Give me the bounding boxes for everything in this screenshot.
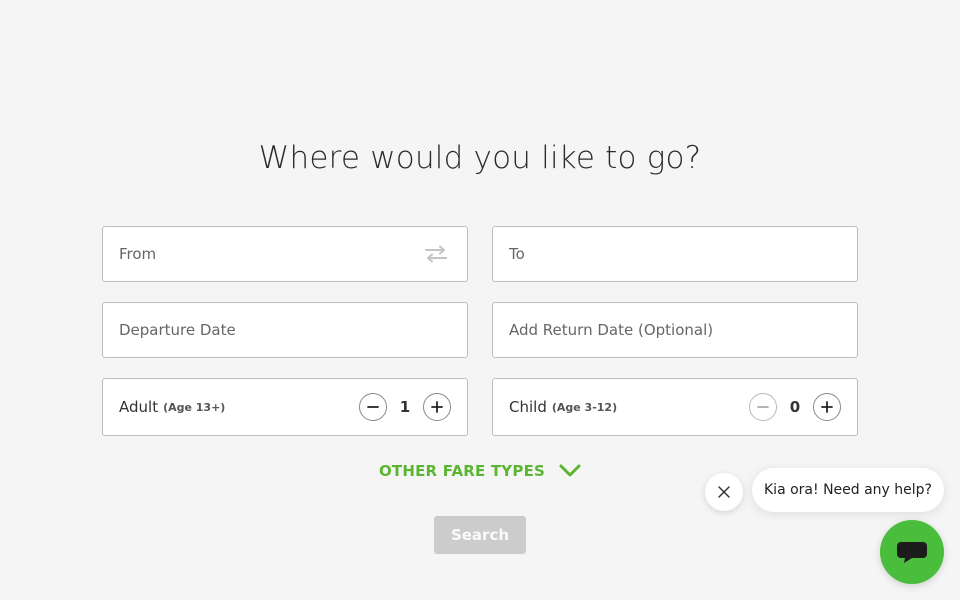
chat-icon	[897, 542, 927, 563]
chat-greeting-bubble[interactable]: Kia ora! Need any help?	[752, 468, 944, 512]
page-title: Where would you like to go?	[258, 140, 702, 176]
from-input[interactable]	[119, 245, 423, 263]
plus-icon	[431, 401, 443, 413]
search-button[interactable]: Search	[434, 516, 526, 554]
swap-arrows-icon[interactable]	[423, 244, 449, 264]
child-age-label: (Age 3-12)	[551, 400, 618, 414]
child-quantity-stepper: 0	[749, 393, 841, 421]
other-fare-types-toggle[interactable]: OTHER FARE TYPES	[379, 462, 581, 480]
adult-age-label: (Age 13+)	[163, 400, 226, 414]
close-icon	[718, 486, 730, 498]
chat-launcher-button[interactable]	[880, 520, 944, 584]
other-fare-types-label: OTHER FARE TYPES	[378, 462, 546, 480]
minus-icon	[367, 406, 379, 408]
adult-label: Adult	[119, 398, 159, 416]
return-date-field[interactable]	[492, 302, 858, 358]
minus-icon	[757, 406, 769, 408]
to-field[interactable]	[492, 226, 858, 282]
plus-icon	[821, 401, 833, 413]
child-label: Child	[509, 398, 547, 416]
booking-page: Where would you like to go? Adult (Age 1…	[0, 0, 960, 600]
adult-quantity-stepper: 1	[359, 393, 451, 421]
chat-close-button[interactable]	[705, 473, 743, 511]
child-increment-button[interactable]	[813, 393, 841, 421]
child-decrement-button[interactable]	[749, 393, 777, 421]
adult-increment-button[interactable]	[423, 393, 451, 421]
return-date-input[interactable]	[509, 321, 841, 339]
adult-count: 1	[399, 398, 411, 416]
departure-date-input[interactable]	[119, 321, 451, 339]
departure-date-field[interactable]	[102, 302, 468, 358]
child-passenger-field: Child (Age 3-12) 0	[492, 378, 858, 436]
to-input[interactable]	[509, 245, 841, 263]
adult-decrement-button[interactable]	[359, 393, 387, 421]
adult-passenger-field: Adult (Age 13+) 1	[102, 378, 468, 436]
chat-greeting-text: Kia ora! Need any help?	[764, 482, 932, 498]
child-count: 0	[789, 398, 801, 416]
from-field[interactable]	[102, 226, 468, 282]
chevron-down-icon	[559, 464, 581, 478]
